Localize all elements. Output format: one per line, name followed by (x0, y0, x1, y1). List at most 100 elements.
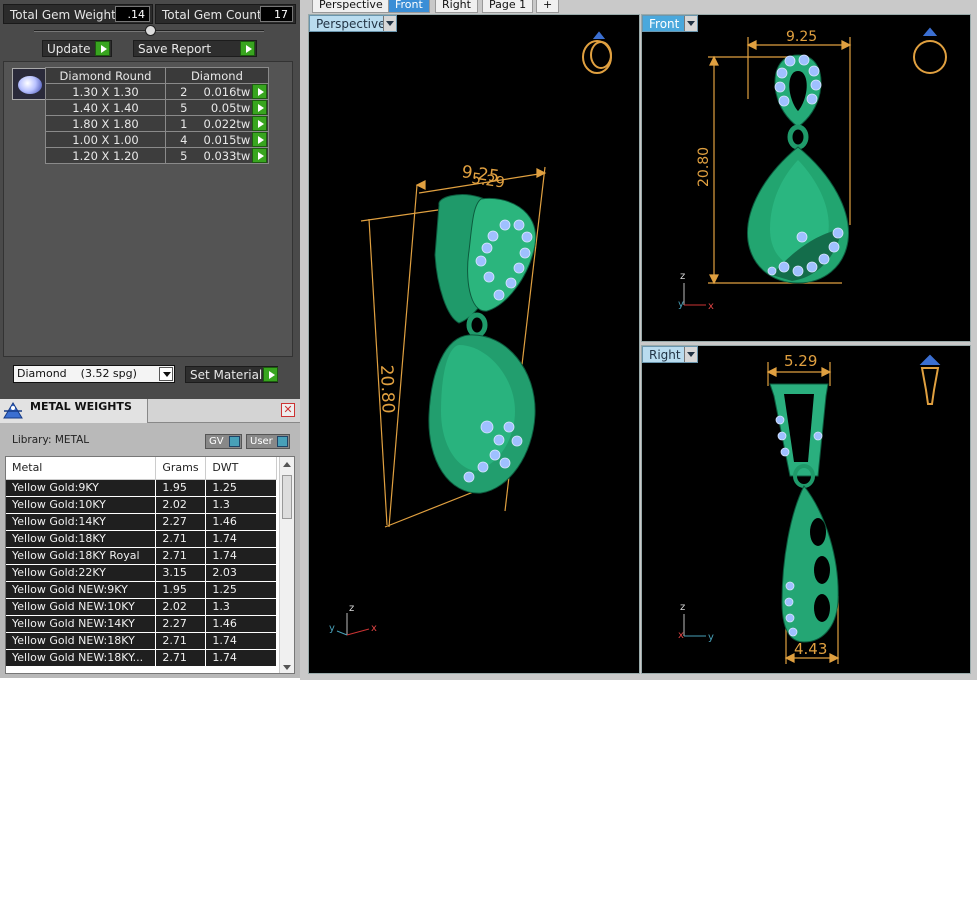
right-width-bottom-label: 4.43 (794, 640, 827, 658)
right-view-label[interactable]: Right (642, 346, 698, 363)
select-gem-icon[interactable] (252, 116, 268, 131)
metal-row[interactable]: Yellow Gold:18KY Royal 2.71 1.74 (6, 547, 277, 565)
metal-row[interactable]: Yellow Gold NEW:18KY... 2.71 1.74 (6, 649, 277, 667)
save-report-go-icon[interactable] (240, 41, 255, 56)
axis-x-label: x (708, 301, 714, 312)
panel-slider-knob[interactable] (145, 25, 156, 36)
axis-x-label: x (678, 630, 684, 641)
gem-row-go-cell (252, 115, 269, 132)
gem-row-go-cell (252, 99, 269, 116)
metal-table-container: Metal Grams DWT Yellow Gold:9KY 1.95 1.25 … (5, 456, 295, 674)
metal-dwt: 1.25 (205, 581, 277, 599)
metal-dwt: 1.74 (205, 530, 277, 548)
save-report-button[interactable]: Save Report (133, 40, 257, 57)
add-tab-button[interactable]: + (536, 0, 560, 13)
metal-row[interactable]: Yellow Gold NEW:10KY 2.02 1.3 (6, 598, 277, 616)
metal-weights-tab[interactable]: METAL WEIGHTS (0, 399, 148, 423)
tab-right[interactable]: Right (435, 0, 478, 13)
gem-row[interactable]: 1.00 X 1.00 4 0.015tw (45, 131, 269, 148)
metal-name: Yellow Gold NEW:18KY... (6, 649, 157, 667)
select-gem-icon[interactable] (252, 132, 268, 147)
metal-weights-panel: METAL WEIGHTS ✕ Library: METAL GV User M… (0, 399, 300, 678)
gem-row[interactable]: 1.30 X 1.30 2 0.016tw (45, 83, 269, 100)
tab-page-1[interactable]: Page 1 (482, 0, 534, 13)
front-width-label: 9.25 (786, 29, 817, 45)
metal-header-dwt[interactable]: DWT (205, 457, 277, 480)
tab-front[interactable]: Front (388, 0, 430, 13)
chevron-down-icon[interactable] (159, 367, 173, 381)
axis-y-label: y (708, 632, 714, 643)
ring-orientation-icon[interactable] (913, 27, 947, 74)
scroll-down-icon[interactable] (283, 665, 291, 670)
front-viewport[interactable]: 9.25 20.80 z x y Front (641, 14, 971, 342)
metal-grams: 3.15 (155, 564, 207, 582)
perspective-view-label-text: Perspective (316, 17, 386, 31)
metal-header-grams[interactable]: Grams (155, 457, 207, 480)
gem-row[interactable]: 1.20 X 1.20 5 0.033tw (45, 147, 269, 164)
front-view-label-text: Front (649, 17, 680, 31)
total-gem-count-value: 17 (260, 6, 293, 22)
gem-row[interactable]: 1.80 X 1.80 1 0.022tw (45, 115, 269, 132)
gem-row[interactable]: 1.40 X 1.40 5 0.05tw (45, 99, 269, 116)
front-height-label: 20.80 (696, 147, 712, 187)
select-gem-icon[interactable] (252, 100, 268, 115)
diamond-round-thumbnail[interactable] (12, 68, 46, 100)
diamond-icon (18, 76, 42, 94)
gem-row-go-cell (252, 147, 269, 164)
update-go-icon[interactable] (95, 41, 110, 56)
perspective-view-label[interactable]: Perspective (309, 15, 397, 32)
metal-row[interactable]: Yellow Gold:10KY 2.02 1.3 (6, 496, 277, 514)
chevron-down-icon[interactable] (383, 16, 396, 31)
metal-row[interactable]: Yellow Gold NEW:14KY 2.27 1.46 (6, 615, 277, 633)
metal-row[interactable]: Yellow Gold NEW:9KY 1.95 1.25 (6, 581, 277, 599)
save-report-button-label: Save Report (138, 42, 212, 56)
gem-row-go-cell (252, 83, 269, 100)
gv-toggle-label: GV (209, 436, 224, 447)
right-viewport[interactable]: 5.29 4.43 z y x Right (641, 345, 971, 674)
metal-header-name[interactable]: Metal (6, 457, 157, 480)
gem-panel: Total Gem Weight .14 Total Gem Count 17 … (0, 0, 300, 678)
gv-toggle[interactable]: GV (205, 434, 242, 449)
matrix-app: Total Gem Weight .14 Total Gem Count 17 … (0, 0, 977, 918)
gem-weight: 0.016tw (201, 83, 253, 100)
perspective-axes: z x y (329, 603, 377, 636)
gem-header-material: Diamond (165, 67, 269, 84)
material-select[interactable]: Diamond (3.52 spg) (13, 365, 175, 383)
tab-perspective[interactable]: Perspective (312, 0, 390, 13)
metal-grams: 2.71 (155, 649, 207, 667)
set-material-go-icon[interactable] (263, 367, 278, 382)
metal-grams: 2.27 (155, 615, 207, 633)
metal-grams: 1.95 (155, 479, 207, 497)
metal-name: Yellow Gold:18KY (6, 530, 157, 548)
metal-scrollbar[interactable] (279, 457, 294, 673)
info-icon (277, 436, 288, 447)
select-gem-icon[interactable] (252, 84, 268, 99)
user-toggle[interactable]: User (246, 434, 290, 449)
metal-dwt: 1.25 (205, 479, 277, 497)
scroll-up-icon[interactable] (283, 462, 291, 467)
perspective-height-label: 20.80 (376, 364, 398, 413)
perspective-viewport[interactable]: 9.25 5.29 20.80 z x y Perspective (308, 14, 640, 674)
chevron-down-icon[interactable] (684, 16, 697, 31)
gem-size: 1.40 X 1.40 (45, 99, 166, 116)
metal-row[interactable]: Yellow Gold:14KY 2.27 1.46 (6, 513, 277, 531)
front-render: 9.25 20.80 z x y (678, 27, 947, 312)
metal-row[interactable]: Yellow Gold:9KY 1.95 1.25 (6, 479, 277, 497)
close-icon[interactable]: ✕ (281, 403, 295, 417)
metal-row[interactable]: Yellow Gold:18KY 2.71 1.74 (6, 530, 277, 548)
gem-size: 1.20 X 1.20 (45, 147, 166, 164)
select-gem-icon[interactable] (252, 148, 268, 163)
pendant-model (428, 194, 537, 494)
scroll-thumb[interactable] (282, 475, 292, 519)
metal-row[interactable]: Yellow Gold:22KY 3.15 2.03 (6, 564, 277, 582)
metal-grams: 2.71 (155, 547, 207, 565)
chevron-down-icon[interactable] (684, 347, 697, 362)
metal-row[interactable]: Yellow Gold NEW:18KY 2.71 1.74 (6, 632, 277, 650)
front-view-label[interactable]: Front (642, 15, 698, 32)
gem-list-area: Diamond Round Diamond 1.30 X 1.30 2 0.01… (3, 61, 293, 357)
gem-count: 4 (165, 131, 202, 148)
ring-orientation-icon[interactable] (582, 31, 612, 74)
ring-orientation-icon[interactable] (919, 354, 941, 405)
gem-size: 1.30 X 1.30 (45, 83, 166, 100)
metal-dwt: 1.46 (205, 513, 277, 531)
